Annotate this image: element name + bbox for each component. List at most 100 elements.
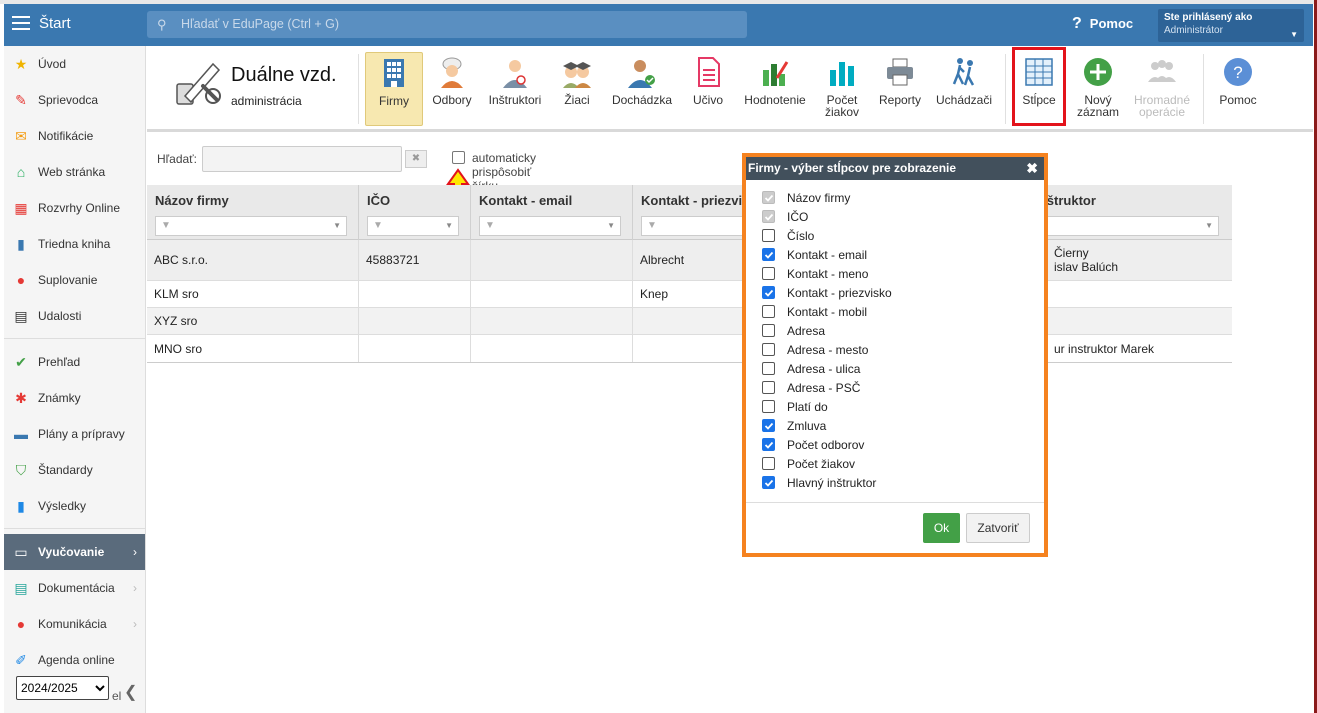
column-option-checkbox[interactable] bbox=[762, 248, 775, 261]
column-option-checkbox[interactable] bbox=[762, 267, 775, 280]
school-year-select[interactable]: 2024/2025 bbox=[16, 676, 109, 700]
table-row[interactable]: KLM sro Knep bbox=[147, 281, 1232, 308]
column-title: IČO bbox=[367, 193, 391, 208]
column-option-checkbox[interactable] bbox=[762, 457, 775, 470]
toolbar-evaluation-button[interactable]: Hodnotenie bbox=[741, 52, 809, 126]
toolbar-attendance-button[interactable]: Dochádzka bbox=[609, 52, 675, 126]
toolbar-student-count-button[interactable]: Počet žiakov bbox=[819, 52, 865, 126]
toolbar-instructors-button[interactable]: Inštruktori bbox=[485, 52, 545, 126]
global-search[interactable]: ⚲ bbox=[147, 11, 747, 38]
column-filter[interactable]: ▼ ▼ bbox=[479, 216, 621, 236]
column-option-checkbox[interactable] bbox=[762, 381, 775, 394]
column-option-checkbox[interactable] bbox=[762, 419, 775, 432]
sidebar-item[interactable]: ✐ Agenda online bbox=[4, 642, 145, 678]
column-option[interactable]: Počet žiakov bbox=[762, 454, 1044, 473]
building-icon bbox=[384, 59, 404, 87]
columns-button-highlight bbox=[1012, 47, 1066, 126]
chevron-down-icon: ▼ bbox=[333, 221, 341, 230]
sidebar-item[interactable]: ▦ Rozvrhy Online bbox=[4, 190, 145, 226]
clear-search-icon[interactable]: ✖ bbox=[405, 150, 427, 168]
sidebar-item[interactable]: ✔ Prehľad bbox=[4, 344, 145, 380]
filter-icon: ▼ bbox=[373, 220, 383, 231]
table-row[interactable]: MNO sro ur instruktor Marek bbox=[147, 335, 1232, 362]
column-option[interactable]: Názov firmy bbox=[762, 188, 1044, 207]
ok-button[interactable]: Ok bbox=[923, 513, 960, 543]
column-option-checkbox[interactable] bbox=[762, 438, 775, 451]
table-row[interactable]: XYZ sro bbox=[147, 308, 1232, 335]
column-filter[interactable]: ▼ ▼ bbox=[155, 216, 347, 236]
sidebar-item[interactable]: ▤ Dokumentácia › bbox=[4, 570, 145, 606]
toolbar-new-record-button[interactable]: Nový záznam bbox=[1075, 52, 1121, 126]
column-header-name[interactable]: Názov firmy ▼ ▼ bbox=[147, 185, 359, 240]
column-option-label: Zmluva bbox=[787, 418, 827, 433]
sidebar-item[interactable]: ✎ Sprievodca bbox=[4, 82, 145, 118]
user-menu[interactable]: Ste prihlásený ako Administrátor ▼ bbox=[1158, 9, 1304, 42]
column-option[interactable]: Adresa - PSČ bbox=[762, 378, 1044, 397]
column-option-checkbox[interactable] bbox=[762, 324, 775, 337]
collapse-sidebar-icon[interactable]: ❮ bbox=[124, 682, 137, 702]
column-option-checkbox[interactable] bbox=[762, 286, 775, 299]
sidebar-item[interactable]: ▭ Vyučovanie › bbox=[4, 534, 145, 570]
toolbar-firms-button[interactable]: Firmy bbox=[365, 52, 423, 126]
column-option[interactable]: Počet odborov bbox=[762, 435, 1044, 454]
toolbar-curriculum-button[interactable]: Učivo bbox=[687, 52, 729, 126]
sidebar-item[interactable]: ● Komunikácia › bbox=[4, 606, 145, 642]
column-option[interactable]: IČO bbox=[762, 207, 1044, 226]
column-option[interactable]: Číslo bbox=[762, 226, 1044, 245]
column-filter[interactable]: ▼ ▼ bbox=[367, 216, 459, 236]
toolbar-students-button[interactable]: Žiaci bbox=[552, 52, 602, 126]
column-header-main-instructor[interactable]: Hlavný inštruktor ▼ bbox=[1017, 185, 1232, 240]
column-option[interactable]: Kontakt - priezvisko bbox=[762, 283, 1044, 302]
close-button[interactable]: Zatvoriť bbox=[966, 513, 1030, 543]
column-header-ico[interactable]: IČO ▼ ▼ bbox=[359, 185, 471, 240]
sidebar-item[interactable]: ⌂ Web stránka bbox=[4, 154, 145, 190]
dialog-footer: Ok Zatvoriť bbox=[746, 502, 1044, 553]
column-option-checkbox[interactable] bbox=[762, 362, 775, 375]
sidebar-item[interactable]: ★ Úvod bbox=[4, 46, 145, 82]
start-link[interactable]: Štart bbox=[39, 15, 71, 32]
column-option-checkbox[interactable] bbox=[762, 400, 775, 413]
toolbar-instructors-label: Inštruktori bbox=[488, 93, 542, 107]
column-option-checkbox[interactable] bbox=[762, 305, 775, 318]
column-option[interactable]: Platí do bbox=[762, 397, 1044, 416]
column-option[interactable]: Kontakt - mobil bbox=[762, 302, 1044, 321]
column-option[interactable]: Hlavný inštruktor bbox=[762, 473, 1044, 492]
column-option[interactable]: Kontakt - meno bbox=[762, 264, 1044, 283]
toolbar-fields-button[interactable]: Odbory bbox=[427, 52, 477, 126]
sidebar-item[interactable]: ▮ Výsledky bbox=[4, 488, 145, 524]
column-title: Názov firmy bbox=[155, 193, 229, 208]
sidebar-item[interactable]: ✱ Známky bbox=[4, 380, 145, 416]
column-option[interactable]: Adresa - mesto bbox=[762, 340, 1044, 359]
column-option[interactable]: Kontakt - email bbox=[762, 245, 1044, 264]
column-option[interactable]: Adresa - ulica bbox=[762, 359, 1044, 378]
sidebar-item[interactable]: ▮ Triedna kniha bbox=[4, 226, 145, 262]
toolbar-help-button[interactable]: ? Pomoc bbox=[1215, 52, 1261, 126]
sidebar-item[interactable]: ● Suplovanie bbox=[4, 262, 145, 298]
sidebar-item[interactable]: ▤ Udalosti bbox=[4, 298, 145, 334]
sidebar-divider bbox=[4, 528, 145, 529]
hamburger-menu-icon[interactable] bbox=[12, 16, 30, 30]
column-option-checkbox[interactable] bbox=[762, 476, 775, 489]
column-header-email[interactable]: Kontakt - email ▼ ▼ bbox=[471, 185, 633, 240]
column-option-label: Kontakt - meno bbox=[787, 266, 869, 281]
column-option-checkbox[interactable] bbox=[762, 229, 775, 242]
column-option[interactable]: Adresa bbox=[762, 321, 1044, 340]
toolbar-bulk-operations-button[interactable]: Hromadné operácie bbox=[1131, 52, 1193, 126]
toolbar-applicants-button[interactable]: Uchádzači bbox=[933, 52, 995, 126]
toolbar-applicants-label: Uchádzači bbox=[935, 93, 993, 107]
toolbar-reports-button[interactable]: Reporty bbox=[875, 52, 925, 126]
column-option[interactable]: Zmluva bbox=[762, 416, 1044, 435]
global-search-input[interactable] bbox=[181, 14, 731, 34]
column-option-checkbox[interactable] bbox=[762, 343, 775, 356]
filter-icon: ▼ bbox=[485, 220, 495, 231]
help-link[interactable]: ? Pomoc bbox=[1072, 15, 1133, 33]
sidebar: ★ Úvod ✎ Sprievodca ✉ Notifikácie ⌂ Web stránka… bbox=[4, 46, 146, 713]
sidebar-item[interactable]: ⛉ Štandardy bbox=[4, 452, 145, 488]
table-row[interactable]: ABC s.r.o. 45883721 Albrecht Čierny isla… bbox=[147, 240, 1232, 281]
sidebar-item[interactable]: ✉ Notifikácie bbox=[4, 118, 145, 154]
column-option-label: Kontakt - mobil bbox=[787, 304, 868, 319]
table-search-input[interactable] bbox=[202, 146, 402, 172]
auto-width-checkbox[interactable] bbox=[452, 151, 465, 164]
close-icon[interactable]: ✖ bbox=[1026, 160, 1038, 177]
sidebar-item[interactable]: ▬ Plány a prípravy bbox=[4, 416, 145, 452]
